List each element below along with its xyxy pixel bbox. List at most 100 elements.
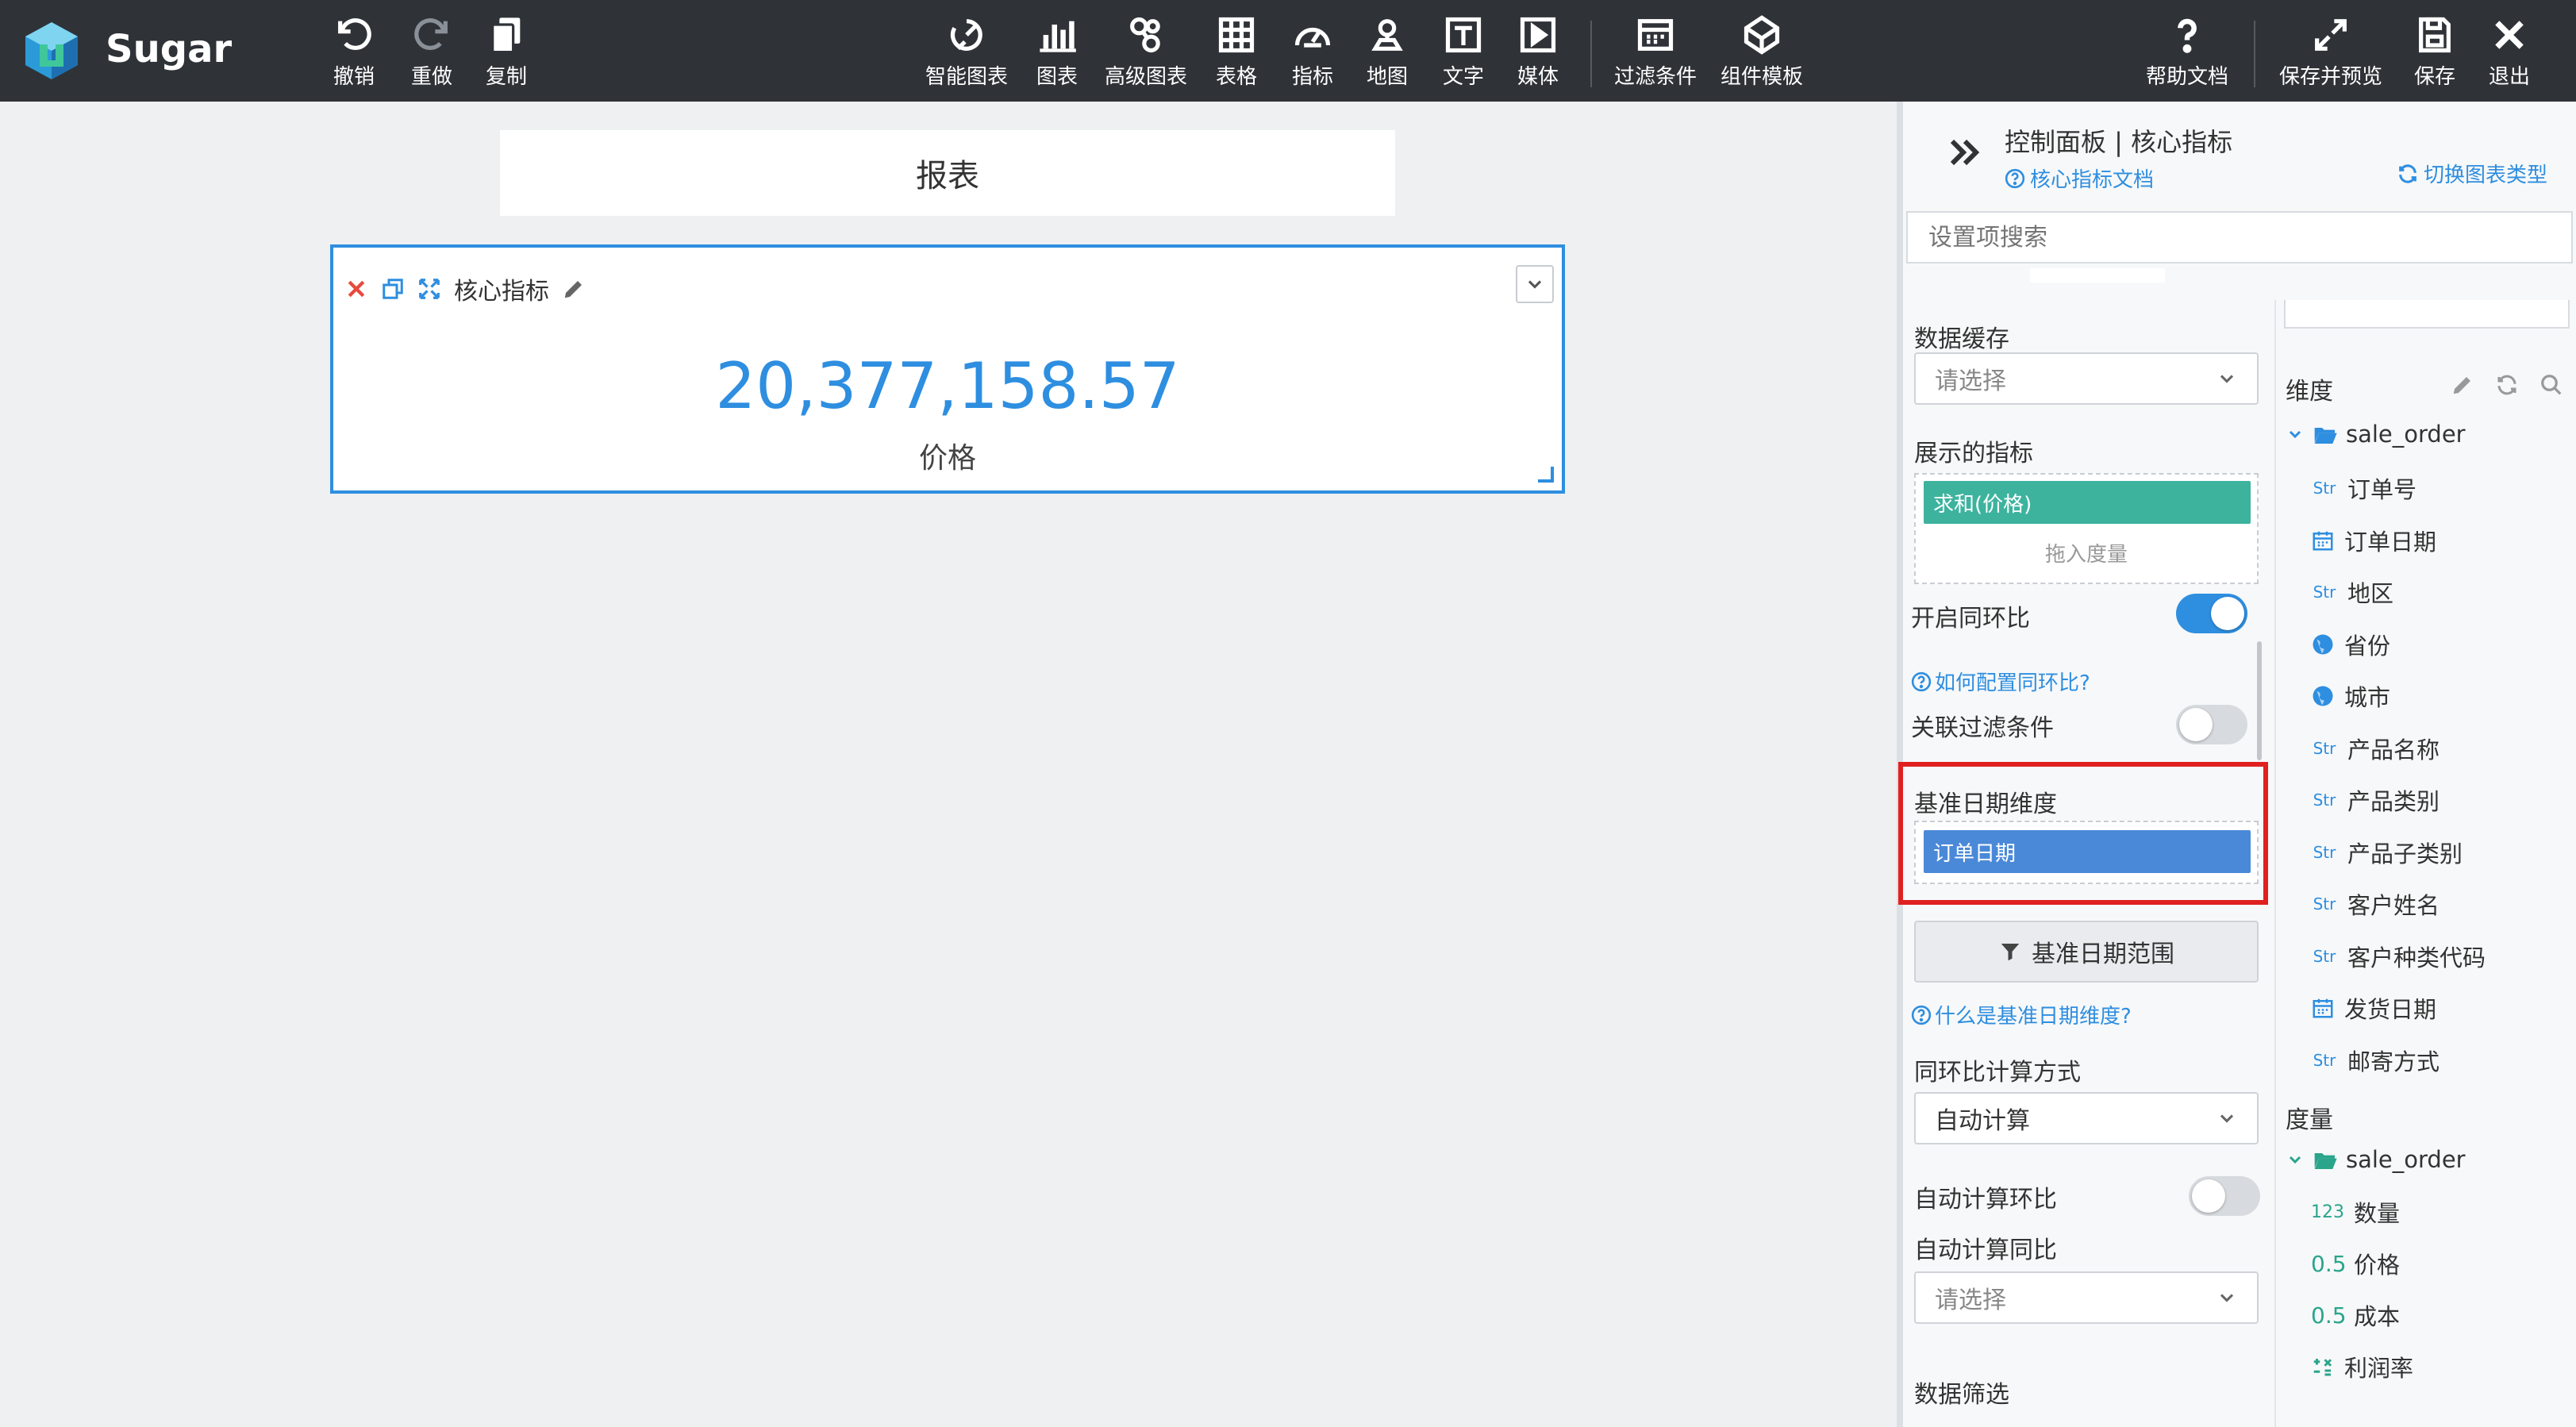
indicator-button[interactable]: 指标: [1292, 14, 1333, 90]
base-date-help-link[interactable]: 什么是基准日期维度?: [1911, 1000, 2132, 1029]
measure-item[interactable]: 0.5 价格: [2311, 1247, 2400, 1280]
map-button[interactable]: 地图: [1367, 14, 1408, 90]
string-type-icon: Str: [2313, 583, 2336, 602]
dimension-item[interactable]: Str 产品名称: [2311, 732, 2440, 765]
base-date-help-text: 什么是基准日期维度?: [1935, 1005, 2132, 1029]
dimension-item[interactable]: Str 客户种类代码: [2311, 940, 2486, 973]
auto-mom-label: 自动计算环比: [1914, 1186, 2057, 1214]
table-label: 表格: [1216, 65, 1258, 89]
redo-icon: [414, 18, 448, 50]
dimension-item[interactable]: 省份: [2311, 628, 2390, 661]
fullscreen-icon[interactable]: [417, 277, 441, 301]
dimension-item[interactable]: Str 产品类别: [2311, 783, 2440, 817]
dimension-item[interactable]: 发货日期: [2311, 991, 2436, 1025]
media-button[interactable]: 媒体: [1517, 14, 1559, 90]
sugar-logo-icon: [25, 22, 78, 79]
copy-button[interactable]: 复制: [486, 14, 527, 90]
report-title[interactable]: 报表: [500, 130, 1395, 216]
dimension-item[interactable]: Str 订单号: [2311, 471, 2416, 505]
metric-pill[interactable]: 求和(价格): [1924, 481, 2251, 524]
refresh-icon[interactable]: [2495, 373, 2519, 397]
base-date-range-button[interactable]: 基准日期范围: [1914, 921, 2259, 983]
text-button[interactable]: 文字: [1443, 14, 1484, 90]
delete-icon[interactable]: [344, 277, 368, 301]
brand-name: Sugar: [106, 27, 233, 71]
edit-pencil-icon[interactable]: [562, 277, 586, 301]
panel-header: 控制面板 | 核心指标 核心指标文档 切换图表类型: [1903, 102, 2576, 210]
template-button[interactable]: 组件模板: [1721, 14, 1803, 90]
measure-item[interactable]: 0.5 成本: [2311, 1298, 2400, 1332]
globe-icon: [2313, 686, 2333, 706]
dimension-item[interactable]: Str 客户姓名: [2311, 887, 2440, 921]
string-type-icon: Str: [2313, 738, 2336, 758]
chart-button[interactable]: 图表: [1036, 14, 1078, 90]
smart-chart-button[interactable]: 智能图表: [925, 14, 1008, 90]
field-search-box[interactable]: [2284, 300, 2570, 329]
save-preview-button[interactable]: 保存并预览: [2279, 14, 2382, 90]
duplicate-icon[interactable]: [381, 277, 405, 301]
toolbar-divider: [1590, 21, 1592, 87]
table-button[interactable]: 表格: [1216, 14, 1257, 90]
measure-table[interactable]: sale_order: [2286, 1146, 2466, 1173]
filter-icon: [1637, 19, 1674, 51]
double-chevron-right-icon[interactable]: [1946, 133, 1984, 171]
yoy-help-link[interactable]: 如何配置同环比?: [1911, 667, 2090, 696]
string-type-icon: Str: [2313, 842, 2336, 862]
help-doc-button[interactable]: 帮助文档: [2146, 14, 2228, 90]
help-doc-label: 帮助文档: [2146, 65, 2229, 89]
auto-yoy-select[interactable]: 请选择: [1914, 1271, 2259, 1324]
calendar-icon: [2313, 998, 2333, 1018]
media-label: 媒体: [1517, 65, 1559, 89]
filter-label: 过滤条件: [1614, 65, 1697, 89]
kpi-widget[interactable]: 核心指标 20,377,158.57 价格: [330, 244, 1565, 494]
dimension-item[interactable]: Str 邮寄方式: [2311, 1044, 2440, 1077]
dimension-item[interactable]: Str 地区: [2311, 575, 2393, 609]
edit-pencil-icon[interactable]: [2451, 373, 2474, 397]
measure-table-name: sale_order: [2346, 1146, 2466, 1173]
advanced-chart-button[interactable]: 高级图表: [1105, 14, 1187, 90]
cache-select[interactable]: 请选择: [1914, 352, 2259, 405]
widget-title: 核心指标: [454, 278, 549, 306]
folder-open-icon: [2314, 428, 2337, 444]
auto-yoy-label: 自动计算同比: [1914, 1237, 2057, 1264]
decimal-type-icon: 0.5: [2311, 1302, 2347, 1329]
doc-link[interactable]: 核心指标文档: [2005, 163, 2154, 193]
measure-item[interactable]: 123 数量: [2311, 1195, 2400, 1229]
template-icon: [1744, 15, 1780, 55]
measure-item[interactable]: 利润率: [2311, 1350, 2413, 1383]
string-type-icon: Str: [2313, 894, 2336, 914]
save-button[interactable]: 保存: [2414, 14, 2455, 90]
folder-open-icon: [2314, 1153, 2337, 1169]
link-filter-label: 关联过滤条件: [1911, 714, 2054, 742]
dimension-table[interactable]: sale_order: [2286, 421, 2466, 448]
dimension-item-name: 订单号: [2347, 476, 2417, 503]
smart-chart-icon: [950, 19, 982, 51]
search-icon[interactable]: [2539, 373, 2563, 397]
link-filter-toggle[interactable]: [2176, 705, 2247, 744]
decimal-type-icon: 0.5: [2311, 1250, 2347, 1277]
filter-button[interactable]: 过滤条件: [1614, 14, 1697, 90]
indicator-label: 指标: [1292, 65, 1334, 89]
auto-mom-toggle[interactable]: [2189, 1176, 2260, 1216]
string-type-icon: Str: [2313, 946, 2336, 966]
undo-label: 撤销: [333, 65, 375, 89]
settings-search-input[interactable]: [1906, 211, 2573, 263]
dimension-item-name: 产品名称: [2347, 736, 2440, 764]
exit-button[interactable]: 退出: [2489, 14, 2530, 90]
dimension-item[interactable]: 订单日期: [2311, 524, 2436, 557]
switch-chart-type-link[interactable]: 切换图表类型: [2397, 159, 2547, 188]
settings-scrollbar[interactable]: [2257, 641, 2262, 760]
dimension-item[interactable]: 城市: [2311, 679, 2390, 713]
widget-collapse-button[interactable]: [1516, 265, 1554, 303]
refresh-icon: [2399, 163, 2416, 183]
text-label: 文字: [1443, 65, 1485, 89]
globe-icon: [2313, 634, 2333, 654]
metrics-dropzone[interactable]: 求和(价格) 拖入度量: [1914, 473, 2259, 584]
resize-handle[interactable]: [1538, 467, 1554, 483]
dimension-item[interactable]: Str 产品子类别: [2311, 836, 2463, 869]
calc-method-select[interactable]: 自动计算: [1914, 1092, 2259, 1144]
yoy-toggle[interactable]: [2176, 594, 2247, 633]
chevron-down-icon: [2220, 1114, 2234, 1123]
redo-button[interactable]: 重做: [411, 14, 452, 90]
undo-button[interactable]: 撤销: [333, 14, 375, 90]
